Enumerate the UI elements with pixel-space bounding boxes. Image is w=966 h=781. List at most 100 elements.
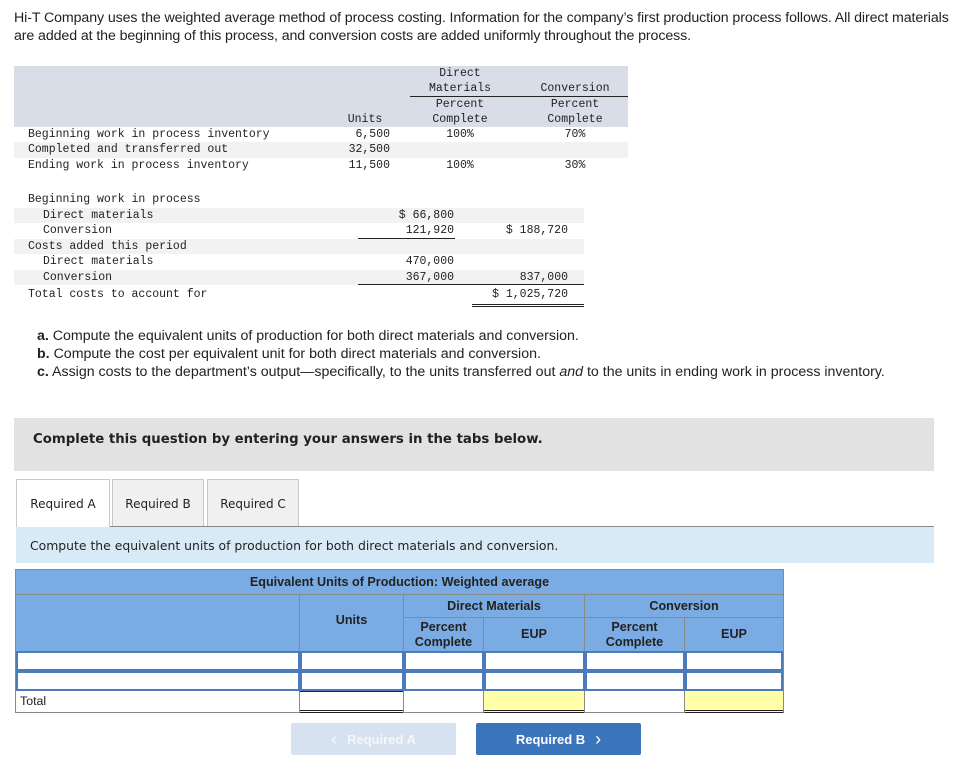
problem-intro: Hi-T Company uses the weighted average m… xyxy=(14,10,949,44)
units-table-header: Direct Materials Conversion Percent Comp… xyxy=(14,66,628,127)
req-letter: b. xyxy=(37,346,50,362)
requirements-list: a. Compute the equivalent units of produ… xyxy=(37,327,937,381)
tab-required-c[interactable]: Required C xyxy=(207,479,299,527)
row1-label-input[interactable] xyxy=(16,651,300,671)
conv-header: Conversion xyxy=(540,82,610,95)
total-double-rule-bottom xyxy=(472,306,584,307)
divider xyxy=(483,618,484,651)
requirement-c: c. Assign costs to the department’s outp… xyxy=(37,363,937,381)
divider xyxy=(403,595,404,651)
banner-text: Complete this question by entering your … xyxy=(33,432,543,447)
requirement-a: a. Compute the equivalent units of produ… xyxy=(37,327,937,345)
cost-col2: 837,000 xyxy=(519,270,568,284)
divider xyxy=(404,617,783,618)
row-label: Ending work in process inventory xyxy=(28,158,249,172)
row-conv-pct: 30% xyxy=(564,158,586,172)
row-units: 32,500 xyxy=(348,143,390,157)
dm-pct-line1: Percent xyxy=(435,98,485,111)
row1-dm-eup-input[interactable] xyxy=(484,651,585,671)
cost-label: Costs added this period xyxy=(28,239,187,253)
row1-conv-pct-input[interactable] xyxy=(585,651,685,671)
requirement-b: b. Compute the cost per equivalent unit … xyxy=(37,345,937,363)
row2-dm-pct-input[interactable] xyxy=(404,671,484,691)
dm-pct-line2: Complete xyxy=(432,113,488,126)
divider xyxy=(299,595,300,651)
req-text: Compute the equivalent units of producti… xyxy=(52,328,579,344)
cost-row: Conversion 367,000 837,000 xyxy=(14,269,584,285)
req-text: to the units in ending work in process i… xyxy=(583,364,885,380)
dm-pct-header: Percent Complete xyxy=(404,618,483,651)
row-dm-pct: 100% xyxy=(446,158,474,172)
row1-units-input[interactable] xyxy=(300,651,404,671)
divider xyxy=(584,691,585,713)
row2-units-input[interactable] xyxy=(300,671,404,691)
instructions-banner: Complete this question by entering your … xyxy=(14,418,934,471)
next-button-label: Required B xyxy=(515,731,586,747)
row-label: Completed and transferred out xyxy=(28,143,229,157)
eup-table: Equivalent Units of Production: Weighted… xyxy=(15,569,784,713)
subtotal-rule xyxy=(358,238,455,239)
total-units-field xyxy=(300,691,403,713)
units-row: Ending work in process inventory 11,500 … xyxy=(14,158,628,173)
row2-dm-eup-input[interactable] xyxy=(484,671,585,691)
total-double-rule-top xyxy=(472,304,584,305)
cost-label: Conversion xyxy=(43,270,113,284)
eup-table-title: Equivalent Units of Production: Weighted… xyxy=(16,570,783,594)
cost-table: Beginning work in process Direct materia… xyxy=(14,192,584,307)
cost-label: Conversion xyxy=(43,224,113,237)
cost-row: Conversion 121,920 $ 188,720 xyxy=(14,223,584,239)
conv-pct-line2: Complete xyxy=(547,113,603,126)
row2-conv-eup-input[interactable] xyxy=(685,671,783,691)
cost-row: Beginning work in process xyxy=(14,192,584,208)
cost-col1: 121,920 xyxy=(405,224,454,237)
req-letter: c. xyxy=(37,364,49,380)
label-header-cell xyxy=(16,595,299,651)
cost-col1: 367,000 xyxy=(405,270,454,284)
next-required-b-button[interactable]: Required B › xyxy=(476,723,641,755)
units-table: Direct Materials Conversion Percent Comp… xyxy=(14,66,628,173)
cost-label: Beginning work in process xyxy=(28,193,201,206)
cost-row: Direct materials 470,000 xyxy=(14,254,584,270)
row2-label-input[interactable] xyxy=(16,671,300,691)
units-header: Units xyxy=(300,595,403,651)
cost-col1: 470,000 xyxy=(405,255,454,268)
tab-required-a[interactable]: Required A xyxy=(16,479,110,528)
cost-row: Costs added this period xyxy=(14,238,584,254)
conv-group-header: Conversion xyxy=(585,595,783,617)
row2-conv-pct-input[interactable] xyxy=(585,671,685,691)
divider xyxy=(684,618,685,651)
req-text: Compute the cost per equivalent unit for… xyxy=(53,346,541,362)
instruction-text: Compute the equivalent units of producti… xyxy=(30,538,559,553)
prev-required-a-button[interactable]: ‹ Required A xyxy=(291,723,456,755)
divider xyxy=(584,595,585,651)
cost-row: Total costs to account for $ 1,025,720 xyxy=(14,285,584,304)
cost-label: Direct materials xyxy=(43,208,154,222)
chevron-right-icon: › xyxy=(595,728,602,749)
cost-label: Direct materials xyxy=(43,255,154,268)
req-text-em: and xyxy=(559,364,584,380)
tab-required-b[interactable]: Required B xyxy=(112,479,204,527)
dm-header-line2: Materials xyxy=(428,82,492,95)
prev-button-label: Required A xyxy=(347,731,416,747)
conv-eup-header: EUP xyxy=(685,618,783,651)
total-dm-eup-field xyxy=(484,691,584,713)
dm-header-line1: Direct xyxy=(439,67,481,80)
row-label: Beginning work in process inventory xyxy=(28,128,270,141)
chevron-left-icon: ‹ xyxy=(331,728,338,749)
units-row: Completed and transferred out 32,500 xyxy=(14,142,628,158)
dm-group-header: Direct Materials xyxy=(404,595,584,617)
row-units: 6,500 xyxy=(355,128,390,141)
units-header: Units xyxy=(347,113,383,126)
req-text: Assign costs to the department’s output—… xyxy=(52,364,560,380)
divider xyxy=(403,691,404,713)
total-label: Total xyxy=(20,694,47,708)
row-dm-pct: 100% xyxy=(446,128,474,141)
dm-eup-header: EUP xyxy=(484,618,584,651)
row1-conv-eup-input[interactable] xyxy=(685,651,783,671)
row-units: 11,500 xyxy=(348,158,390,172)
cost-col1: $ 66,800 xyxy=(398,208,454,222)
units-row: Beginning work in process inventory 6,50… xyxy=(14,127,628,142)
tab-instruction: Compute the equivalent units of producti… xyxy=(16,527,934,563)
row1-dm-pct-input[interactable] xyxy=(404,651,484,671)
conv-pct-line1: Percent xyxy=(550,98,600,111)
